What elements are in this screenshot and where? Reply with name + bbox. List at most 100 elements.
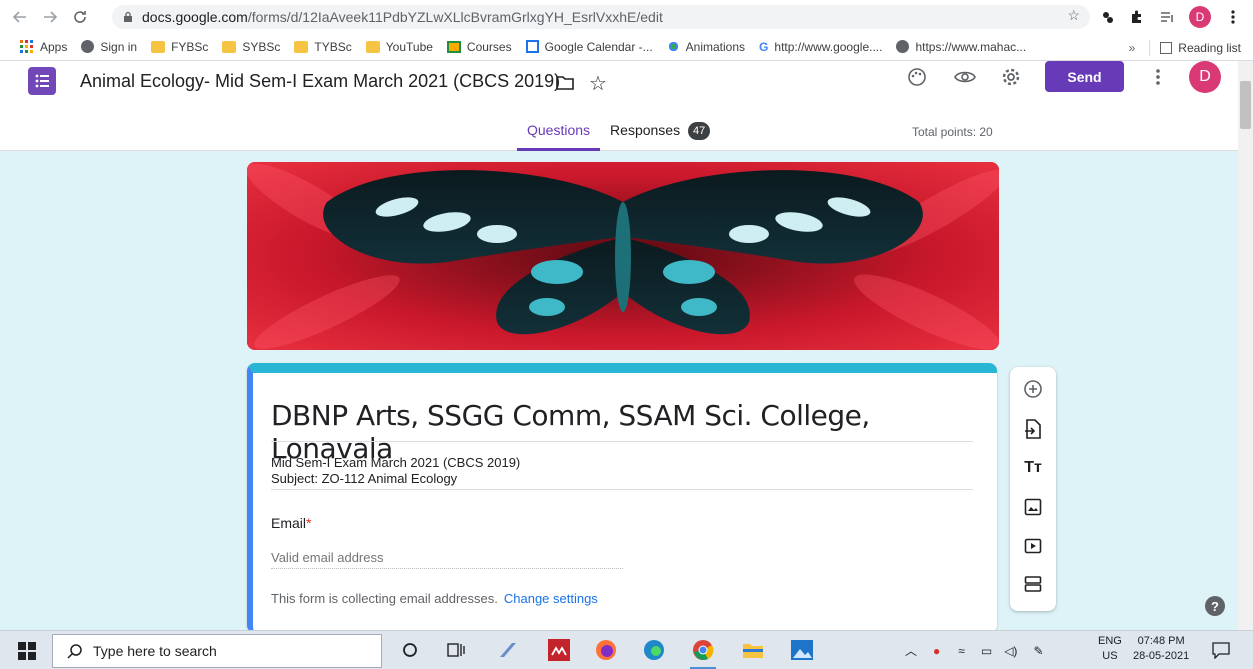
media-queue-icon[interactable]: [1156, 6, 1178, 28]
bookmark-sign-in[interactable]: Sign in: [81, 40, 137, 54]
change-settings-link[interactable]: Change settings: [504, 591, 598, 606]
folder-icon: [222, 40, 237, 53]
divider: [1149, 40, 1151, 56]
google-icon: G: [759, 39, 769, 54]
form-title-card[interactable]: DBNP Arts, SSGG Comm, SSAM Sci. College,…: [247, 363, 997, 630]
notification-icon[interactable]: [1212, 641, 1230, 659]
reading-list-label: Reading list: [1178, 41, 1241, 55]
butterfly-banner-image: [247, 162, 999, 350]
bookmark-mahac[interactable]: https://www.mahac...: [896, 40, 1026, 54]
form-description[interactable]: Mid Sem-I Exam March 2021 (CBCS 2019) Su…: [271, 455, 520, 487]
form-name[interactable]: Animal Ecology- Mid Sem-I Exam March 202…: [80, 71, 560, 92]
extension-icon[interactable]: [1097, 6, 1119, 28]
language-indicator[interactable]: ENG US: [1098, 634, 1122, 664]
back-arrow-icon[interactable]: [10, 7, 30, 27]
settings-gear-icon[interactable]: [999, 65, 1023, 89]
taskbar-search[interactable]: Type here to search: [52, 634, 382, 668]
bookmark-google[interactable]: Ghttp://www.google....: [759, 40, 882, 54]
lang-code: ENG: [1098, 635, 1122, 647]
bookmark-apps[interactable]: Apps: [20, 39, 67, 54]
send-button[interactable]: Send: [1045, 61, 1124, 92]
clock[interactable]: 07:48 PM 28-05-2021: [1133, 634, 1189, 664]
add-question-icon[interactable]: [1021, 377, 1045, 401]
cortana-icon[interactable]: [397, 637, 423, 663]
more-options-icon[interactable]: [1146, 65, 1170, 89]
calendar-icon: [525, 40, 539, 53]
pen-icon[interactable]: ✎: [1033, 644, 1043, 658]
lock-icon: [124, 11, 132, 22]
tab-questions[interactable]: Questions: [517, 122, 601, 151]
form-canvas: DBNP Arts, SSGG Comm, SSAM Sci. College,…: [0, 151, 1238, 630]
windows-taskbar: Type here to search ︿ ● ≈ ▭ ◁) ✎ ENG US 0…: [0, 630, 1253, 669]
reading-list-icon: [1160, 42, 1173, 54]
task-view-icon[interactable]: [443, 637, 469, 663]
add-title-icon[interactable]: Tт: [1021, 456, 1045, 480]
total-points: Total points: 20: [912, 125, 993, 139]
forward-arrow-icon[interactable]: [40, 7, 60, 27]
bookmark-label: SYBSc: [242, 39, 281, 54]
volume-icon[interactable]: ◁): [1004, 644, 1017, 658]
bookmark-label: http://www.google....: [774, 39, 883, 54]
network-warning-icon[interactable]: ●: [933, 644, 940, 658]
description-divider: [271, 489, 973, 490]
kebab-menu-icon[interactable]: [1222, 6, 1244, 28]
bookmark-fybsc[interactable]: FYBSc: [151, 40, 208, 54]
bookmark-label: Sign in: [100, 39, 138, 54]
bookmark-courses[interactable]: Courses: [446, 40, 512, 54]
bookmark-label: Google Calendar -...: [544, 39, 653, 54]
forms-logo-icon[interactable]: [28, 67, 56, 95]
bookmark-star-icon[interactable]: ☆: [1067, 7, 1080, 24]
app-red-icon[interactable]: [546, 637, 572, 663]
windows-start-icon[interactable]: [18, 642, 36, 660]
reload-icon[interactable]: [70, 7, 90, 27]
help-icon[interactable]: ?: [1205, 596, 1225, 616]
bookmarks-bar: Apps Sign in FYBSc SYBSc TYBSc YouTube C…: [0, 33, 1253, 61]
scrollbar-thumb[interactable]: [1240, 81, 1251, 129]
add-image-icon[interactable]: [1021, 495, 1045, 519]
bookmark-youtube[interactable]: YouTube: [365, 40, 433, 54]
question-toolbar: Tт: [1010, 367, 1056, 611]
puzzle-icon[interactable]: [1126, 6, 1148, 28]
battery-icon[interactable]: ▭: [981, 644, 992, 658]
bookmark-calendar[interactable]: Google Calendar -...: [525, 39, 653, 54]
file-explorer-icon[interactable]: [740, 637, 766, 663]
tab-label: Questions: [527, 122, 591, 138]
globe-icon: [896, 40, 910, 53]
bookmark-sybsc[interactable]: SYBSc: [222, 40, 280, 54]
bookmarks-overflow[interactable]: »: [1129, 41, 1136, 55]
tab-responses[interactable]: Responses 47: [600, 122, 720, 151]
reading-list[interactable]: » Reading list: [1129, 40, 1241, 56]
preview-eye-icon[interactable]: [953, 65, 977, 89]
app-icon[interactable]: [495, 637, 521, 663]
chevron-up-icon[interactable]: ︿: [905, 642, 917, 659]
email-question-label: Email*: [271, 515, 311, 531]
folder-move-icon[interactable]: [553, 71, 577, 95]
import-questions-icon[interactable]: [1021, 417, 1045, 441]
edge-icon[interactable]: [641, 637, 667, 663]
folder-icon: [294, 40, 309, 53]
email-field[interactable]: [271, 547, 623, 569]
page-scrollbar[interactable]: [1238, 61, 1253, 630]
chrome-icon[interactable]: [690, 637, 716, 669]
photos-icon[interactable]: [789, 637, 815, 663]
profile-avatar[interactable]: D: [1189, 6, 1211, 28]
add-section-icon[interactable]: [1021, 572, 1045, 596]
account-avatar[interactable]: D: [1189, 61, 1221, 93]
palette-icon[interactable]: [905, 65, 929, 89]
email-label-text: Email: [271, 515, 307, 531]
firefox-icon[interactable]: [593, 637, 619, 663]
title-divider: [271, 441, 973, 442]
bookmark-label: Animations: [685, 39, 746, 54]
bookmark-animations[interactable]: Animations: [666, 39, 746, 54]
folder-icon: [151, 40, 166, 53]
star-icon[interactable]: ☆: [586, 71, 610, 95]
collection-note-text: This form is collecting email addresses.: [271, 591, 498, 606]
lang-region: US: [1102, 650, 1118, 662]
wifi-icon[interactable]: ≈: [958, 644, 965, 658]
bookmark-tybsc[interactable]: TYBSc: [294, 40, 352, 54]
add-video-icon[interactable]: [1021, 534, 1045, 558]
address-bar[interactable]: docs.google.com/forms/d/12IaAveek11PdbYZ…: [112, 5, 1090, 29]
apps-grid-icon: [20, 39, 33, 53]
header-image: [247, 162, 999, 350]
animations-icon: [666, 40, 680, 53]
